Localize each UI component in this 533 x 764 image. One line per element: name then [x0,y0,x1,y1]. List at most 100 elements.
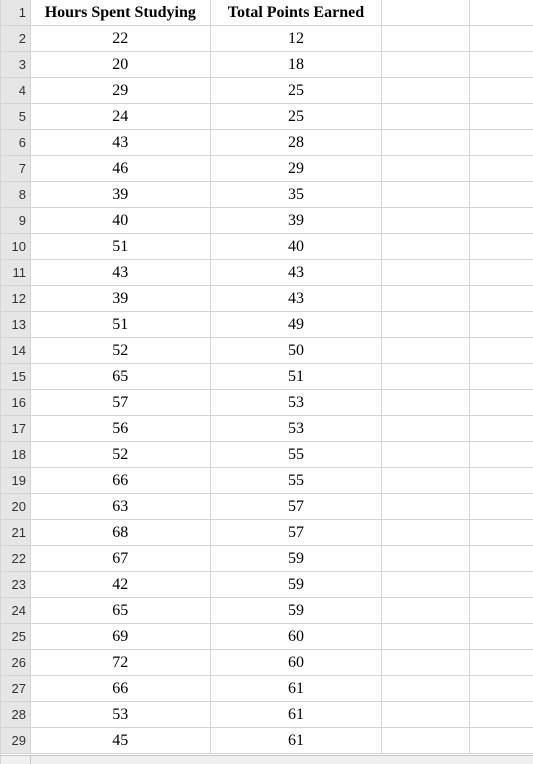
cell-points[interactable]: 49 [211,312,383,338]
empty-cell[interactable] [382,598,470,624]
empty-cell[interactable] [470,494,533,520]
cell-hours[interactable]: 24 [31,104,211,130]
empty-cell[interactable] [470,416,533,442]
cell-hours[interactable]: 42 [31,572,211,598]
empty-cell[interactable] [382,520,470,546]
empty-cell[interactable] [470,26,533,52]
empty-cell[interactable] [470,104,533,130]
cell-hours[interactable]: 29 [31,78,211,104]
empty-cell[interactable] [382,78,470,104]
cell-hours[interactable]: 68 [31,520,211,546]
cell-points[interactable]: 61 [211,702,383,728]
empty-cell[interactable] [382,624,470,650]
empty-cell[interactable] [470,312,533,338]
row-number[interactable]: 7 [1,156,31,182]
cell-hours[interactable]: 43 [31,130,211,156]
row-number[interactable]: 16 [1,390,31,416]
cell-hours[interactable]: 43 [31,260,211,286]
empty-cell[interactable] [382,286,470,312]
cell-hours[interactable]: 69 [31,624,211,650]
cell-hours[interactable]: 56 [31,416,211,442]
cell-points[interactable]: 55 [211,468,383,494]
row-number[interactable]: 26 [1,650,31,676]
empty-cell[interactable] [470,338,533,364]
cell-hours[interactable]: 40 [31,208,211,234]
empty-cell[interactable] [382,52,470,78]
empty-cell[interactable] [382,702,470,728]
empty-cell[interactable] [470,234,533,260]
row-number[interactable]: 11 [1,260,31,286]
cell-hours[interactable]: 20 [31,52,211,78]
cell-hours[interactable]: 52 [31,338,211,364]
cell-points[interactable]: 25 [211,78,383,104]
cell-points[interactable]: 25 [211,104,383,130]
cell-hours[interactable]: 67 [31,546,211,572]
cell-points[interactable]: 60 [211,624,383,650]
empty-cell[interactable] [470,442,533,468]
cell-points[interactable]: 28 [211,130,383,156]
cell-hours[interactable]: 52 [31,442,211,468]
empty-cell[interactable] [470,260,533,286]
spreadsheet[interactable]: 1 Hours Spent Studying Total Points Earn… [0,0,533,764]
empty-cell[interactable] [382,104,470,130]
row-number[interactable]: 19 [1,468,31,494]
empty-cell[interactable] [382,338,470,364]
row-number[interactable]: 14 [1,338,31,364]
empty-cell[interactable] [382,260,470,286]
cell-points[interactable]: 35 [211,182,383,208]
empty-cell[interactable] [470,182,533,208]
empty-cell[interactable] [470,208,533,234]
empty-cell[interactable] [470,52,533,78]
cell-hours[interactable]: 65 [31,598,211,624]
cell-points[interactable]: 50 [211,338,383,364]
empty-cell[interactable] [382,182,470,208]
empty-cell[interactable] [470,546,533,572]
empty-cell[interactable] [470,624,533,650]
empty-cell[interactable] [382,234,470,260]
empty-cell[interactable] [382,676,470,702]
empty-cell[interactable] [470,702,533,728]
row-number[interactable]: 17 [1,416,31,442]
cell-hours[interactable]: 39 [31,182,211,208]
empty-cell[interactable] [470,390,533,416]
row-number[interactable]: 24 [1,598,31,624]
cell-points[interactable]: 61 [211,728,383,754]
cell-hours[interactable]: 22 [31,26,211,52]
row-number[interactable]: 15 [1,364,31,390]
row-number[interactable]: 23 [1,572,31,598]
row-number[interactable]: 8 [1,182,31,208]
empty-cell[interactable] [382,728,470,754]
row-number[interactable]: 3 [1,52,31,78]
empty-cell[interactable] [382,130,470,156]
empty-cell[interactable] [470,156,533,182]
empty-cell[interactable] [470,676,533,702]
empty-cell[interactable] [382,494,470,520]
cell-points[interactable]: 43 [211,260,383,286]
cell-hours[interactable]: 46 [31,156,211,182]
empty-cell[interactable] [470,468,533,494]
empty-cell[interactable] [382,208,470,234]
empty-cell[interactable] [470,520,533,546]
cell-points[interactable]: 59 [211,572,383,598]
row-number[interactable]: 20 [1,494,31,520]
empty-cell[interactable] [382,364,470,390]
empty-cell[interactable] [382,26,470,52]
cell-points[interactable]: 57 [211,494,383,520]
empty-cell[interactable] [382,442,470,468]
row-number[interactable]: 2 [1,26,31,52]
cell-hours[interactable]: 51 [31,312,211,338]
empty-cell[interactable] [382,468,470,494]
empty-cell[interactable] [470,728,533,754]
row-number[interactable]: 22 [1,546,31,572]
row-number[interactable]: 28 [1,702,31,728]
cell-points[interactable]: 60 [211,650,383,676]
cell-hours[interactable]: 63 [31,494,211,520]
empty-cell[interactable] [382,156,470,182]
cell-hours[interactable]: 65 [31,364,211,390]
row-number[interactable]: 12 [1,286,31,312]
cell-hours[interactable]: 39 [31,286,211,312]
empty-cell[interactable] [470,286,533,312]
cell-hours[interactable]: 53 [31,702,211,728]
cell-hours[interactable]: 45 [31,728,211,754]
cell-points[interactable]: 57 [211,520,383,546]
